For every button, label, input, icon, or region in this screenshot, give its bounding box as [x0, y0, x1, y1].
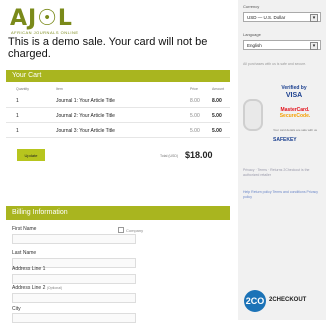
row-qty: 1 [16, 113, 19, 119]
row-price: 8.00 [190, 98, 200, 104]
row-title: Journal 3: Your Article Title [56, 128, 115, 134]
language-select[interactable]: English ▾ [243, 40, 321, 50]
company-label: Company [126, 227, 144, 233]
cart-table-header: Quantity Item Price Amount [6, 86, 230, 93]
logo-text: AJ☉L [10, 5, 73, 31]
row-price: 5.00 [190, 128, 200, 134]
safekey-logo: SAFEKEY [273, 137, 297, 143]
2checkout-logo: 2CO [244, 290, 266, 312]
chevron-down-icon: ▾ [310, 42, 318, 50]
row-title: Journal 2: Your Article Title [56, 113, 115, 119]
checkout-main: AJ☉L AFRICAN JOURNALS ONLINE This is a d… [0, 0, 234, 323]
col-quantity: Quantity [16, 87, 30, 91]
row-title: Journal 1: Your Article Title [56, 98, 115, 104]
row-qty: 1 [16, 98, 19, 104]
security-badges: Verified by VISA MasterCard. SecureCode.… [243, 85, 321, 157]
cart-row: 1 Journal 1: Your Article Title 8.00 8.0… [6, 95, 230, 108]
company-checkbox[interactable] [118, 227, 124, 233]
cart-heading: Your Cart [6, 70, 230, 82]
first-name-label: First Name [12, 226, 37, 232]
col-price: Price [190, 87, 198, 91]
row-qty: 1 [16, 128, 19, 134]
demo-notice: This is a demo sale. Your card will not … [8, 36, 208, 60]
language-label: Language [243, 32, 261, 37]
sidebar-links[interactable]: Help Return policy Terms and conditions … [243, 190, 321, 200]
total-label: Total (USD) [160, 154, 179, 158]
2checkout-name: 2CHECKOUT [269, 297, 307, 303]
last-name-label: Last Name [12, 250, 37, 256]
chevron-down-icon: ▾ [310, 14, 318, 22]
row-price: 5.00 [190, 113, 200, 119]
mastercard-securecode-logo: MasterCard. SecureCode. [269, 107, 321, 123]
address1-label: Address Line 1 [12, 266, 46, 272]
safe-text: Your card details are safe with us [272, 128, 318, 132]
visa-line2: VISA [285, 92, 303, 99]
checkout-sidebar: Currency USD — U.S. Dollar ▾ Language En… [238, 0, 326, 320]
visa-line1: Verified by [281, 85, 307, 91]
address2-optional: (Optional) [46, 286, 63, 290]
language-value: English [247, 43, 262, 48]
address2-field[interactable] [12, 293, 136, 303]
city-label: City [12, 306, 21, 312]
sidebar-grey-text: Privacy · Terms · Returns 2Checkout is t… [243, 168, 310, 177]
billing-heading: Billing Information [6, 206, 230, 220]
address1-field[interactable] [12, 274, 136, 284]
address2-label: Address Line 2 (Optional) [12, 285, 62, 291]
cart-row: 1 Journal 3: Your Article Title 5.00 5.0… [6, 125, 230, 138]
company-toggle[interactable]: Company [118, 227, 143, 233]
currency-select[interactable]: USD — U.S. Dollar ▾ [243, 12, 321, 22]
col-amount: Amount [212, 87, 225, 91]
padlock-icon [243, 99, 263, 131]
currency-label: Currency [243, 4, 260, 9]
currency-value: USD — U.S. Dollar [247, 15, 286, 20]
cart-row: 1 Journal 2: Your Article Title 5.00 5.0… [6, 110, 230, 123]
site-logo[interactable]: AJ☉L [10, 5, 73, 31]
row-amount: 8.00 [212, 98, 222, 104]
cart-total: $18.00 [185, 150, 213, 160]
security-note: All purchases with us is safe and secure… [243, 62, 307, 66]
update-cart-button[interactable]: Update [17, 149, 45, 161]
verified-by-visa-logo: Verified by VISA [267, 85, 321, 99]
row-amount: 5.00 [212, 128, 222, 134]
logo-subtitle: AFRICAN JOURNALS ONLINE [11, 30, 79, 35]
first-name-field[interactable] [12, 234, 136, 244]
row-amount: 5.00 [212, 113, 222, 119]
address2-text: Address Line 2 [12, 285, 46, 291]
mc-line2: SecureCode. [279, 113, 311, 119]
col-item: Item [56, 87, 63, 91]
city-field[interactable] [12, 313, 136, 323]
